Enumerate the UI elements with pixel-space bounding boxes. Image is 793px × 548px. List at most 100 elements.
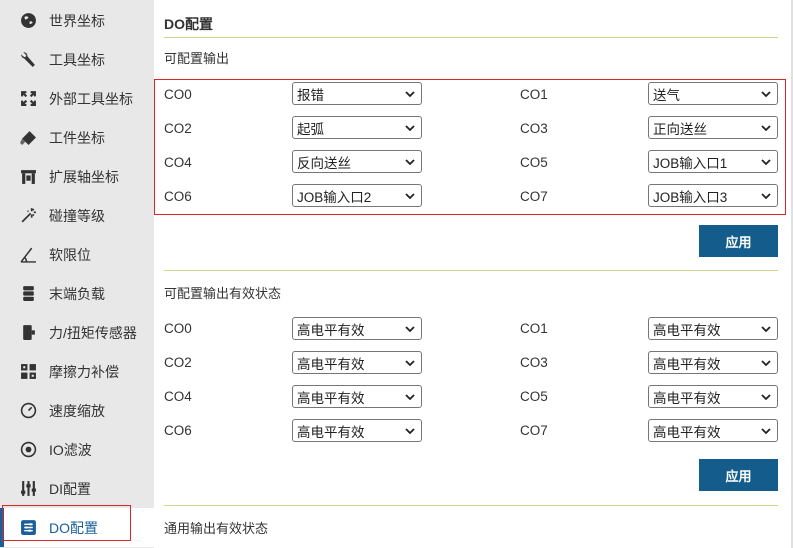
co-label: CO0	[164, 321, 192, 336]
co-label: CO3	[520, 355, 548, 370]
co3-output-select[interactable]: 正向送丝	[648, 116, 778, 139]
co-label: CO5	[520, 155, 548, 170]
chevron-down-icon	[759, 189, 773, 203]
sidebar-item-label: 外部工具坐标	[49, 90, 133, 107]
co-label: CO1	[520, 321, 548, 336]
sidebar-item-soft-limit[interactable]: 软限位	[0, 235, 154, 274]
co2-output-select[interactable]: 起弧	[292, 116, 422, 139]
co-label: CO7	[520, 189, 548, 204]
chevron-down-icon	[403, 121, 417, 135]
co4-output-select[interactable]: 反向送丝	[292, 150, 422, 173]
select-value: 高电平有效	[653, 390, 721, 406]
co6-output-select[interactable]: JOB输入口2	[292, 184, 422, 207]
sidebar-item-label: DI配置	[49, 480, 91, 497]
co1-output-select[interactable]: 送气	[648, 82, 778, 105]
sidebar-item-label: 软限位	[49, 246, 91, 263]
select-value: JOB输入口3	[653, 189, 728, 205]
section-title-configurable-output: 可配置输出	[164, 51, 230, 66]
expand-arrows-icon	[19, 90, 37, 108]
sidebar-item-label: 末端负载	[49, 285, 105, 302]
co0-output-select[interactable]: 报错	[292, 82, 422, 105]
globe-icon	[19, 12, 37, 30]
chevron-down-icon	[403, 322, 417, 336]
co-label: CO2	[164, 355, 192, 370]
sidebar-item-label: 扩展轴坐标	[49, 168, 119, 185]
eraser-icon	[19, 129, 37, 147]
apply-button[interactable]: 应用	[699, 459, 778, 491]
sidebar-item-workpiece-coord[interactable]: 工件坐标	[0, 118, 154, 157]
speedometer-icon	[19, 402, 37, 420]
wrench-icon	[19, 51, 37, 69]
chevron-down-icon	[759, 424, 773, 438]
select-value: JOB输入口1	[653, 155, 728, 171]
sidebar-item-label: DO配置	[49, 519, 98, 536]
sidebar-item-speed-scaling[interactable]: 速度缩放	[0, 391, 154, 430]
chevron-down-icon	[759, 121, 773, 135]
co-label: CO0	[164, 87, 192, 102]
sidebar-item-label: 摩擦力补偿	[49, 363, 119, 380]
divider	[164, 37, 778, 38]
co5-active-state-select[interactable]: 高电平有效	[648, 385, 778, 408]
select-value: 正向送丝	[653, 121, 707, 137]
select-value: 高电平有效	[297, 322, 365, 338]
select-value: 高电平有效	[653, 356, 721, 372]
sensor-icon	[19, 324, 37, 342]
co5-output-select[interactable]: JOB输入口1	[648, 150, 778, 173]
select-value: 高电平有效	[653, 424, 721, 440]
page-title: DO配置	[164, 16, 213, 32]
sidebar-item-extended-axis-coord[interactable]: 扩展轴坐标	[0, 157, 154, 196]
apply-button[interactable]: 应用	[699, 225, 778, 257]
chevron-down-icon	[403, 155, 417, 169]
select-value: 报错	[297, 87, 324, 103]
sidebar-item-do-config[interactable]: DO配置	[0, 508, 154, 547]
co-label: CO4	[164, 389, 192, 404]
sidebar-item-label: 工具坐标	[49, 51, 105, 68]
sidebar-item-io-filter[interactable]: IO滤波	[0, 430, 154, 469]
chevron-down-icon	[759, 155, 773, 169]
sidebar-item-label: 世界坐标	[49, 12, 105, 29]
select-value: 高电平有效	[297, 356, 365, 372]
select-value: 送气	[653, 87, 680, 103]
divider	[164, 270, 778, 271]
co7-output-select[interactable]: JOB输入口3	[648, 184, 778, 207]
select-value: 高电平有效	[297, 424, 365, 440]
chevron-down-icon	[403, 424, 417, 438]
sidebar-item-force-sensor[interactable]: 力/扭矩传感器	[0, 313, 154, 352]
sidebar-item-friction-compensation[interactable]: 摩擦力补偿	[0, 352, 154, 391]
co-label: CO4	[164, 155, 192, 170]
chevron-down-icon	[403, 189, 417, 203]
chevron-down-icon	[759, 87, 773, 101]
chevron-down-icon	[759, 356, 773, 370]
server-icon	[19, 285, 37, 303]
sidebar-item-end-load[interactable]: 末端负载	[0, 274, 154, 313]
co-label: CO1	[520, 87, 548, 102]
section-title-general-output-active-state: 通用输出有效状态	[164, 521, 269, 536]
settings-panel-icon	[19, 519, 37, 537]
sidebar: 世界坐标 工具坐标 外部工具坐标 工件坐标 扩展轴坐标 碰撞等级 软限位 末端负…	[0, 0, 154, 548]
section-title-output-active-state: 可配置输出有效状态	[164, 286, 282, 301]
chevron-down-icon	[403, 87, 417, 101]
select-value: 反向送丝	[297, 155, 351, 171]
co-label: CO6	[164, 189, 192, 204]
co7-active-state-select[interactable]: 高电平有效	[648, 419, 778, 442]
sidebar-item-world-coord[interactable]: 世界坐标	[0, 1, 154, 40]
angle-icon	[19, 246, 37, 264]
co3-active-state-select[interactable]: 高电平有效	[648, 351, 778, 374]
chevron-down-icon	[403, 356, 417, 370]
chevron-down-icon	[759, 390, 773, 404]
grid-icon	[19, 363, 37, 381]
co1-active-state-select[interactable]: 高电平有效	[648, 317, 778, 340]
sidebar-item-external-tool-coord[interactable]: 外部工具坐标	[0, 79, 154, 118]
chevron-down-icon	[403, 390, 417, 404]
co-label: CO2	[164, 121, 192, 136]
co0-active-state-select[interactable]: 高电平有效	[292, 317, 422, 340]
co2-active-state-select[interactable]: 高电平有效	[292, 351, 422, 374]
sidebar-item-tool-coord[interactable]: 工具坐标	[0, 40, 154, 79]
sidebar-item-di-config[interactable]: DI配置	[0, 469, 154, 508]
select-value: 高电平有效	[297, 390, 365, 406]
co4-active-state-select[interactable]: 高电平有效	[292, 385, 422, 408]
co6-active-state-select[interactable]: 高电平有效	[292, 419, 422, 442]
divider	[164, 505, 778, 506]
sidebar-item-collision-level[interactable]: 碰撞等级	[0, 196, 154, 235]
select-value: JOB输入口2	[297, 189, 372, 205]
